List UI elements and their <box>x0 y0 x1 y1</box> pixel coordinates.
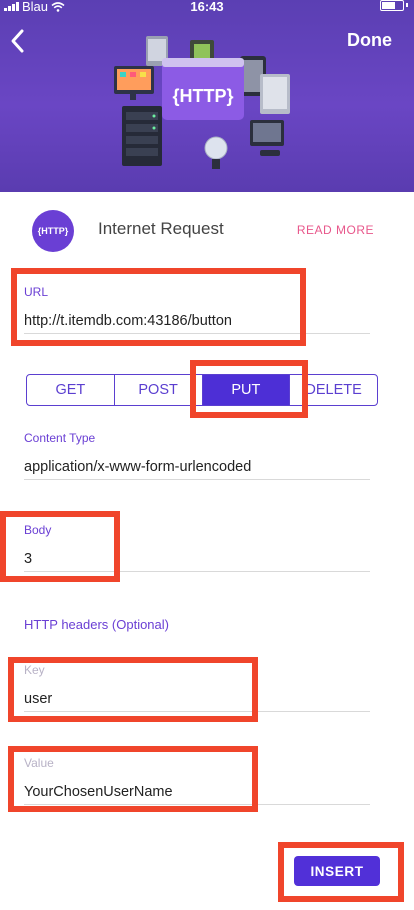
url-value[interactable]: http://t.itemdb.com:43186/button <box>24 313 370 329</box>
header-key-value[interactable]: user <box>24 691 370 707</box>
content-type-label: Content Type <box>24 431 96 445</box>
body-label: Body <box>24 523 52 537</box>
body-value[interactable]: 3 <box>24 551 370 567</box>
read-more-link[interactable]: READ MORE <box>297 223 374 237</box>
app-title: Internet Request <box>98 219 224 238</box>
header-key-underline <box>24 711 370 712</box>
header-value-field[interactable]: Value YourChosenUserName <box>24 756 370 806</box>
battery-icon <box>380 0 404 11</box>
app-info-row: {HTTP} Internet Request READ MORE <box>0 206 414 254</box>
chevron-left-icon <box>11 29 24 53</box>
illustration-badge: {HTTP} <box>172 86 233 106</box>
status-bar: Blau 16:43 <box>0 0 414 14</box>
url-underline <box>24 333 370 334</box>
body-field[interactable]: Body 3 <box>24 523 370 573</box>
battery-tip <box>406 3 408 7</box>
http-logo-icon: {HTTP} <box>32 210 74 252</box>
url-field[interactable]: URL http://t.itemdb.com:43186/button <box>24 285 370 335</box>
header-value-label: Value <box>24 756 54 770</box>
method-put[interactable]: PUT <box>202 375 291 405</box>
method-post[interactable]: POST <box>115 375 203 405</box>
content-type-field[interactable]: Content Type application/x-www-form-urle… <box>24 431 370 481</box>
header-value-underline <box>24 804 370 805</box>
back-button[interactable] <box>6 26 32 56</box>
status-time: 16:43 <box>190 0 224 14</box>
header-value-value[interactable]: YourChosenUserName <box>24 784 370 800</box>
done-button[interactable]: Done <box>347 30 392 51</box>
url-label: URL <box>24 285 49 299</box>
http-devices-illustration: {HTTP} <box>114 36 290 169</box>
http-headers-title: HTTP headers (Optional) <box>24 617 169 632</box>
method-get[interactable]: GET <box>27 375 115 405</box>
header-key-field[interactable]: Key user <box>24 663 370 713</box>
content-type-value[interactable]: application/x-www-form-urlencoded <box>24 459 370 475</box>
insert-button[interactable]: INSERT <box>294 856 380 886</box>
header-banner: Blau 16:43 Done {HTTP} <box>0 0 414 192</box>
http-method-selector: GET POST PUT DELETE <box>26 374 378 406</box>
method-delete[interactable]: DELETE <box>290 375 377 405</box>
header-key-label: Key <box>24 663 45 677</box>
content-type-underline <box>24 479 370 480</box>
body-underline <box>24 571 370 572</box>
